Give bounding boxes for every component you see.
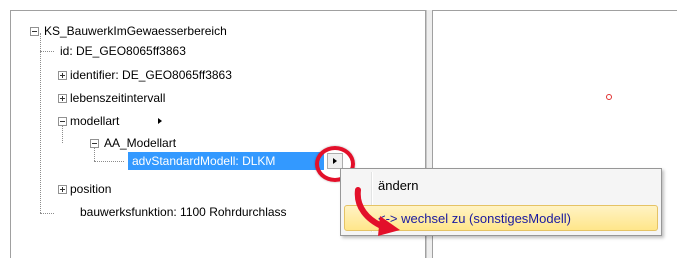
app-window: KS_BauwerkImGewaesserbereich id: DE_GEO8… [0, 0, 677, 258]
tree-connector [40, 51, 54, 52]
collapse-icon[interactable] [30, 27, 39, 36]
tree-connector [94, 161, 124, 162]
tree-item-label: modellart [70, 114, 120, 128]
tree-item-label: id: DE_GEO8065ff3863 [60, 44, 186, 58]
annotation-arrow-icon [354, 187, 400, 236]
map-point-marker[interactable] [606, 94, 612, 100]
collapse-icon[interactable] [90, 139, 99, 148]
expand-icon[interactable] [58, 71, 67, 80]
tree-item-label: AA_Modellart [104, 136, 177, 150]
tree-item-label: identifier: DE_GEO8065ff3863 [70, 68, 232, 82]
tree-item-label: lebenszeitintervall [70, 91, 166, 105]
submenu-arrow-icon[interactable] [158, 118, 162, 124]
expand-icon[interactable] [58, 185, 67, 194]
tree-connector [62, 123, 63, 143]
expand-icon[interactable] [58, 94, 67, 103]
tree-item-label: bauwerksfunktion: 1100 Rohrdurchlass [80, 205, 287, 219]
collapse-icon[interactable] [58, 117, 67, 126]
tree-connector [40, 33, 41, 213]
tree-connector [40, 213, 54, 214]
tree-item-label: position [70, 182, 112, 196]
tree-item-label: advStandardModell: DLKM [132, 154, 276, 168]
tree-item-label: KS_BauwerkImGewaesserbereich [44, 24, 227, 38]
